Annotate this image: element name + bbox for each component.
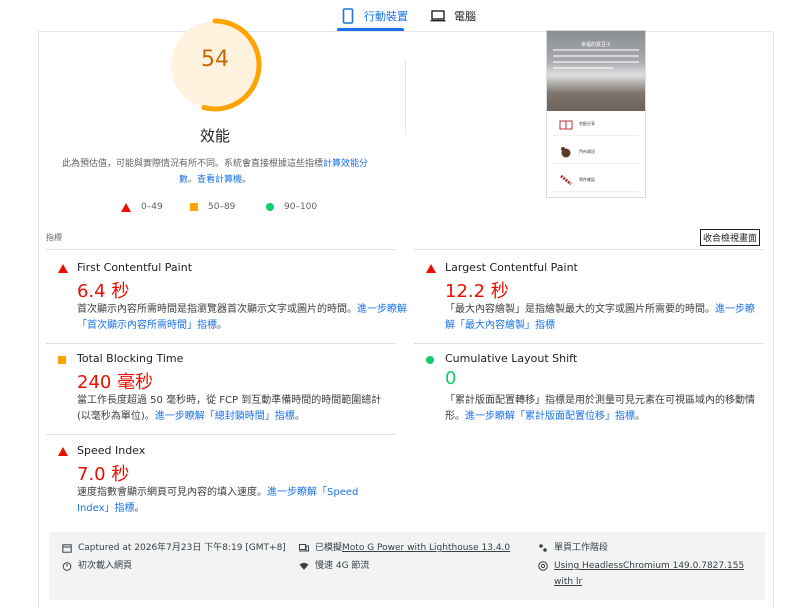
performance-title: 效能 [199, 127, 230, 145]
metric-lcp-name: Largest Contentful Paint [445, 261, 578, 274]
tabs-divider [38, 31, 773, 32]
metric-lcp-value: 12.2 秒 [445, 281, 509, 302]
metric-tbt-name: Total Blocking Time [77, 352, 184, 365]
calculator-link[interactable]: 查看計算機 [197, 175, 242, 185]
metric-si-desc-end: 。 [134, 503, 145, 514]
initial-load: 初次載入網頁 [62, 558, 132, 574]
captured-time-text: Captured at 2026年7月23日 下午8:19 [GMT+8] [78, 543, 286, 553]
metric-cls-learn-more-link[interactable]: 進一步瞭解「累計版面配置位移」指標 [465, 411, 635, 422]
metric-fcp-desc-end: 。 [217, 320, 227, 331]
network-throttling-text: 慢速 4G 節流 [315, 561, 370, 571]
phone-icon [342, 8, 354, 24]
metrics-divider-right [414, 249, 764, 250]
legend-pass-label: 90–100 [284, 202, 318, 212]
summary-divider [405, 60, 406, 135]
fail-triangle-icon [426, 264, 436, 273]
preview-card: 寄件確認 [553, 169, 639, 192]
tab-mobile[interactable]: 行動裝置 [340, 4, 408, 28]
legend-average-label: 50–89 [208, 202, 236, 212]
card-border-right [773, 32, 774, 608]
browser-icon [538, 561, 548, 571]
preview-card-label: 宅配分享 [579, 121, 595, 126]
metric-si-value: 7.0 秒 [77, 464, 130, 485]
preview-card-label: 寄件確認 [579, 177, 595, 182]
timer-icon [62, 562, 72, 571]
metrics-heading: 指標 [46, 233, 62, 242]
metric-cls-name: Cumulative Layout Shift [445, 352, 578, 365]
preview-title: 幸福的貨豆子 [580, 42, 611, 48]
page-screenshot-preview: 幸福的貨豆子 宅配分享 門市資訊 寄件確認 [546, 30, 646, 198]
wifi-icon [299, 562, 309, 570]
performance-score: 54 [201, 47, 229, 72]
single-page-session-text: 單頁工作階段 [554, 543, 609, 553]
metric-tbt-learn-more-link[interactable]: 進一步瞭解「總封鎖時間」指標 [155, 411, 295, 422]
metrics-divider-left [46, 249, 396, 250]
metric-cls-desc-end: 。 [635, 411, 645, 422]
gift-icon [559, 120, 573, 130]
people-icon [539, 544, 547, 552]
tab-mobile-label: 行動裝置 [364, 10, 408, 23]
pass-circle-icon [426, 356, 434, 364]
metric-si-desc-text: 速度指數會顯示網頁可見內容的填入速度。 [77, 487, 267, 498]
metric-fcp-value: 6.4 秒 [77, 281, 130, 302]
tab-desktop-label: 電腦 [454, 10, 476, 23]
metric-cls-value: 0 [445, 368, 457, 389]
triangle-icon [121, 202, 131, 212]
legend-fail-label: 0–49 [141, 202, 163, 212]
metric-divider [46, 434, 396, 435]
browser-version: Using HeadlessChromium 149.0.7827.155 wi… [538, 558, 760, 590]
metric-si-name: Speed Index [77, 444, 146, 457]
note-end: 。 [242, 175, 252, 185]
metric-lcp-desc-text: 「最大內容繪製」是指繪製最大的文字或圖片所需要的時間。 [445, 304, 715, 315]
estimate-note: 此為預估值，可能與實際情況有所不同。系統會直接根據這些指標計算效能分數。查看計算… [55, 156, 375, 188]
estimate-note-text: 此為預估值，可能與實際情況有所不同。系統會直接根據這些指標 [61, 159, 323, 169]
emulated-device-prefix: 已模擬 [315, 543, 343, 553]
legend-average: 50–89 [190, 202, 235, 212]
collapse-view-button[interactable]: 收合檢視畫面 [700, 229, 761, 246]
card-border-left [38, 32, 39, 608]
metric-fcp-desc-text: 首次顯示內容所需時間是指瀏覽器首次顯示文字或圖片的時間。 [77, 304, 357, 315]
browser-version-link[interactable]: Using HeadlessChromium 149.0.7827.155 wi… [554, 558, 760, 590]
preview-card-label: 門市資訊 [579, 149, 595, 154]
initial-load-text: 初次載入網頁 [78, 561, 133, 571]
tab-desktop[interactable]: 電腦 [430, 4, 476, 28]
metric-tbt-desc-end: 。 [294, 411, 305, 422]
candy-icon [560, 174, 572, 186]
note-separator: 。 [187, 175, 197, 185]
calendar-icon [62, 544, 72, 553]
metric-tbt-description: 當工作長度超過 50 毫秒時，從 FCP 到互動準備時間的時間範圍總計 (以毫秒… [77, 393, 387, 425]
circle-icon [266, 203, 274, 211]
device-tabs: 行動裝置 電腦 [0, 0, 800, 32]
runtime-settings-footer: Captured at 2026年7月23日 下午8:19 [GMT+8] 初次… [49, 532, 765, 600]
captured-time: Captured at 2026年7月23日 下午8:19 [GMT+8] [62, 540, 286, 556]
single-page-session: 單頁工作階段 [538, 540, 608, 556]
emulated-device: 已模擬 Moto G Power with Lighthouse 13.4.0 [299, 540, 510, 556]
animal-icon [561, 147, 571, 158]
metric-divider [414, 343, 764, 344]
devices-icon [299, 544, 309, 552]
metric-tbt-value: 240 毫秒 [77, 372, 154, 393]
device-link[interactable]: Moto G Power with Lighthouse 13.4.0 [342, 540, 510, 556]
metric-cls-description: 「累計版面配置轉移」指標是用於測量可見元素在可視區域內的移動情形。進一步瞭解「累… [445, 393, 763, 425]
preview-card: 宅配分享 [553, 113, 639, 136]
network-throttling: 慢速 4G 節流 [299, 558, 369, 574]
metric-si-description: 速度指數會顯示網頁可見內容的填入速度。進一步瞭解「Speed Index」指標。 [77, 485, 387, 517]
legend-fail: 0–49 [121, 202, 163, 212]
preview-text-lines [553, 49, 639, 73]
metric-divider [46, 343, 396, 344]
fail-triangle-icon [58, 447, 68, 456]
legend-pass: 90–100 [266, 202, 317, 212]
metric-fcp-name: First Contentful Paint [77, 261, 193, 274]
fail-triangle-icon [58, 264, 68, 273]
metric-lcp-description: 「最大內容繪製」是指繪製最大的文字或圖片所需要的時間。進一步瞭解「最大內容繪製」… [445, 302, 763, 334]
metric-fcp-description: 首次顯示內容所需時間是指瀏覽器首次顯示文字或圖片的時間。進一步瞭解「首次顯示內容… [77, 302, 407, 334]
laptop-icon [430, 10, 446, 22]
average-square-icon [58, 356, 66, 364]
preview-card: 門市資訊 [553, 141, 639, 164]
square-icon [190, 203, 198, 211]
